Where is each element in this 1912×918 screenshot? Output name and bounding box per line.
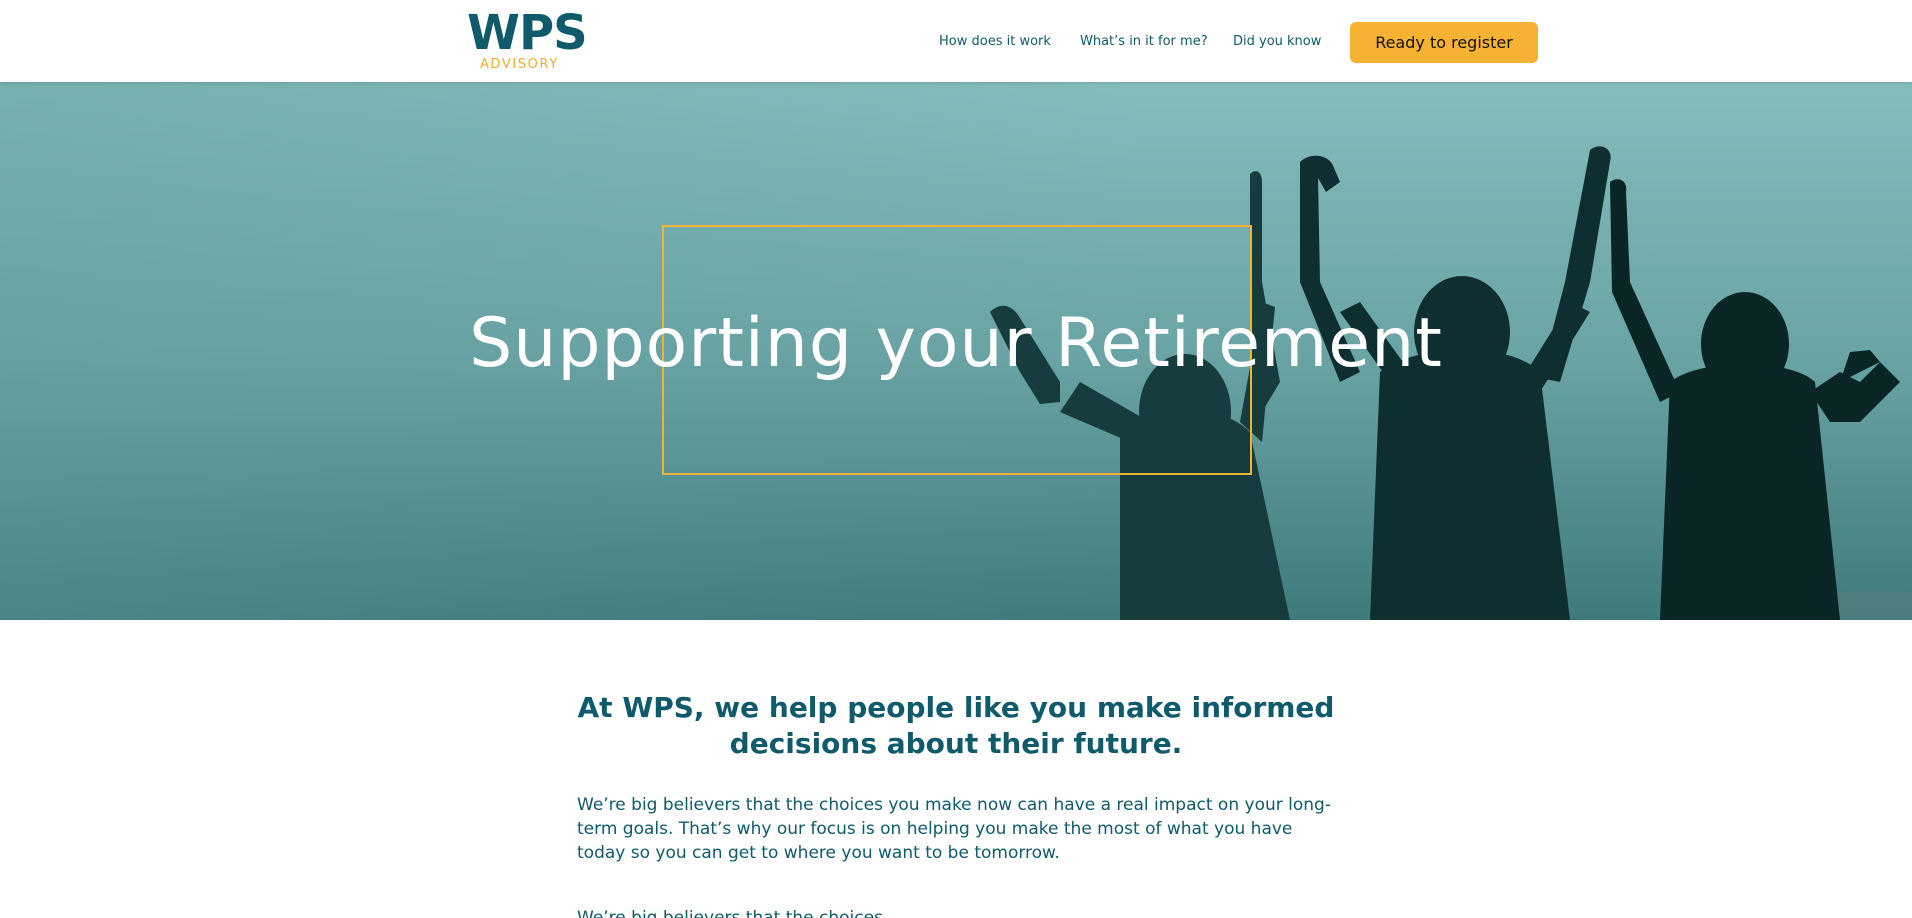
hero-title-text: Supporting your Retirement: [469, 304, 1443, 383]
hero-banner: Supporting your Retirement: [0, 82, 1912, 620]
logo-wordmark: WPS: [467, 5, 588, 61]
nav-whats-in-it-for-me[interactable]: What’s in it for me?: [1080, 33, 1208, 51]
intro-body-text: We’re big believers that the choices you…: [577, 795, 1331, 863]
intro-heading: At WPS, we help people like you make inf…: [577, 691, 1335, 760]
logo-subtitle: ADVISORY: [480, 57, 559, 72]
wps-advisory-logo[interactable]: WPS ADVISORY: [467, 8, 588, 74]
hero-title: Supporting your Retirement: [0, 304, 1912, 384]
ready-to-register-button[interactable]: Ready to register: [1350, 22, 1538, 63]
nav-how-does-it-work[interactable]: How does it work: [939, 33, 1051, 51]
nav-did-you-know[interactable]: Did you know: [1233, 33, 1321, 51]
intro-next-line: We’re big believers that the choices: [577, 908, 883, 918]
site-header: WPS ADVISORY How does it work What’s in …: [0, 0, 1912, 82]
